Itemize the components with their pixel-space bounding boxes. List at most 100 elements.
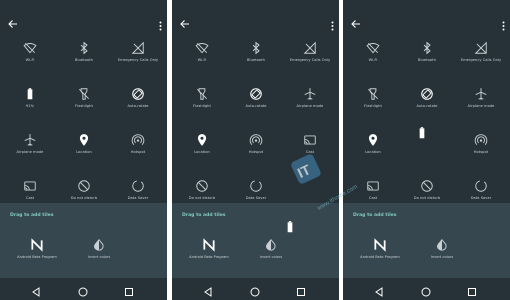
quick-tile[interactable]: Location <box>174 128 230 174</box>
invert-colors-icon <box>92 237 106 251</box>
quick-tile[interactable]: Wi-Fi <box>174 36 230 82</box>
airplane-icon <box>23 132 37 146</box>
available-tile[interactable]: Android Beta Program <box>345 233 415 273</box>
quick-tile[interactable]: Wi-Fi <box>345 36 401 82</box>
autorotate-icon <box>420 86 434 100</box>
battery-icon[interactable] <box>283 219 297 233</box>
more-options-icon[interactable] <box>331 16 334 31</box>
back-arrow-icon[interactable] <box>179 15 191 28</box>
drag-to-add-area: Drag to add tiles Android Beta Program Inv… <box>343 203 510 278</box>
tile-label: Flashlight <box>193 104 211 108</box>
tile-label: Airplane mode <box>467 104 495 108</box>
quick-tile[interactable]: Flashlight <box>56 82 112 128</box>
quick-tile[interactable]: Airplane mode <box>453 82 509 128</box>
tile-label: Invert colors <box>87 255 111 259</box>
quick-tile[interactable]: Airplane mode <box>282 82 338 128</box>
quick-tile[interactable]: Hotspot <box>453 128 509 174</box>
nav-back-icon[interactable] <box>30 283 42 297</box>
hotspot-icon <box>131 132 145 146</box>
quick-tile[interactable]: Emergency Calls Only <box>282 36 338 82</box>
back-arrow-icon[interactable] <box>350 15 362 28</box>
autorotate-icon <box>131 86 145 100</box>
wifi-off-icon <box>195 40 209 54</box>
bluetooth-icon <box>420 40 434 55</box>
navigation-bar <box>0 278 167 300</box>
quick-tile[interactable]: Auto-rotate <box>228 82 284 128</box>
more-options-icon[interactable] <box>502 16 505 31</box>
available-tile[interactable]: Invert colors <box>236 233 306 273</box>
available-tile[interactable]: Android Beta Program <box>2 233 72 273</box>
drag-area-title: Drag to add tiles <box>182 213 226 218</box>
battery-icon <box>23 86 37 100</box>
quick-settings-edit-screen: Wi-Fi Bluetooth Emergency Calls Only Flashl… <box>343 0 510 300</box>
quick-tile[interactable]: Emergency Calls Only <box>110 36 166 82</box>
cast-icon <box>366 178 380 192</box>
drag-to-add-area: Drag to add tiles Android Beta Program Inv… <box>172 203 339 278</box>
top-bar <box>172 0 339 40</box>
do-not-disturb-icon <box>195 178 209 192</box>
location-icon <box>77 132 91 146</box>
quick-tile[interactable]: Flashlight <box>174 82 230 128</box>
nav-home-icon[interactable] <box>77 283 89 297</box>
quick-tile[interactable]: Airplane mode <box>2 128 58 174</box>
nav-recents-icon[interactable] <box>295 283 307 296</box>
tile-label: Hotspot <box>473 150 489 154</box>
more-options-icon[interactable] <box>159 16 162 31</box>
tile-label: Data Saver <box>470 196 492 200</box>
quick-tile[interactable]: Bluetooth <box>56 36 112 82</box>
navigation-bar <box>343 278 510 300</box>
nav-recents-icon[interactable] <box>123 283 135 296</box>
available-tile[interactable]: Android Beta Program <box>174 233 244 273</box>
available-tile[interactable]: Invert colors <box>407 233 477 273</box>
tile-label: Hotspot <box>248 150 264 154</box>
quick-tile[interactable]: Emergency Calls Only <box>453 36 509 82</box>
tile-label: Wi-Fi <box>197 58 207 62</box>
tile-label: Location <box>76 150 92 154</box>
signal-icon <box>474 40 488 54</box>
airplane-icon <box>303 86 317 100</box>
bluetooth-icon <box>249 40 263 55</box>
quick-tile[interactable]: Bluetooth <box>399 36 455 82</box>
quick-tile[interactable]: Flashlight <box>345 82 401 128</box>
quick-tile[interactable]: Hotspot <box>228 128 284 174</box>
available-tile[interactable]: Invert colors <box>64 233 134 273</box>
top-bar <box>0 0 167 40</box>
tile-label: Invert colors <box>430 255 454 259</box>
tile-label: Do not disturb <box>413 196 441 200</box>
drag-area-title: Drag to add tiles <box>353 213 397 218</box>
hotspot-icon <box>249 132 263 146</box>
quick-tile[interactable]: Auto-rotate <box>110 82 166 128</box>
android-n-icon <box>202 237 216 252</box>
tile-label: Bluetooth <box>418 58 436 62</box>
quick-tile[interactable]: Cast <box>282 128 338 174</box>
nav-home-icon[interactable] <box>249 283 261 297</box>
quick-tile[interactable]: 91% <box>2 82 58 128</box>
nav-home-icon[interactable] <box>420 283 432 297</box>
back-arrow-icon[interactable] <box>7 15 19 28</box>
tile-label: Hotspot <box>130 150 146 154</box>
tile-label: Android Beta Program <box>189 255 229 259</box>
tile-label: 91% <box>25 104 35 108</box>
nav-back-icon[interactable] <box>373 283 385 297</box>
nav-recents-icon[interactable] <box>466 283 478 296</box>
nav-back-icon[interactable] <box>202 283 214 297</box>
hotspot-icon <box>474 132 488 146</box>
quick-tile[interactable]: Hotspot <box>110 128 166 174</box>
quick-tile[interactable]: Bluetooth <box>228 36 284 82</box>
tile-label: Auto-rotate <box>416 104 438 108</box>
quick-tile[interactable]: Auto-rotate <box>399 82 455 128</box>
do-not-disturb-icon <box>420 178 434 192</box>
drag-area-title: Drag to add tiles <box>10 213 54 218</box>
top-bar <box>343 0 510 40</box>
quick-tile[interactable]: Location <box>56 128 112 174</box>
tile-label: Invert colors <box>259 255 283 259</box>
quick-tile[interactable]: Wi-Fi <box>2 36 58 82</box>
cast-icon <box>23 178 37 192</box>
quick-tile[interactable]: Location <box>345 128 401 174</box>
tile-label: Data Saver <box>127 196 149 200</box>
battery-icon[interactable] <box>415 125 429 139</box>
invert-colors-icon <box>435 237 449 251</box>
tile-label: Data Saver <box>245 196 267 200</box>
tile-label: Flashlight <box>364 104 382 108</box>
tile-label: Cast <box>25 196 35 200</box>
